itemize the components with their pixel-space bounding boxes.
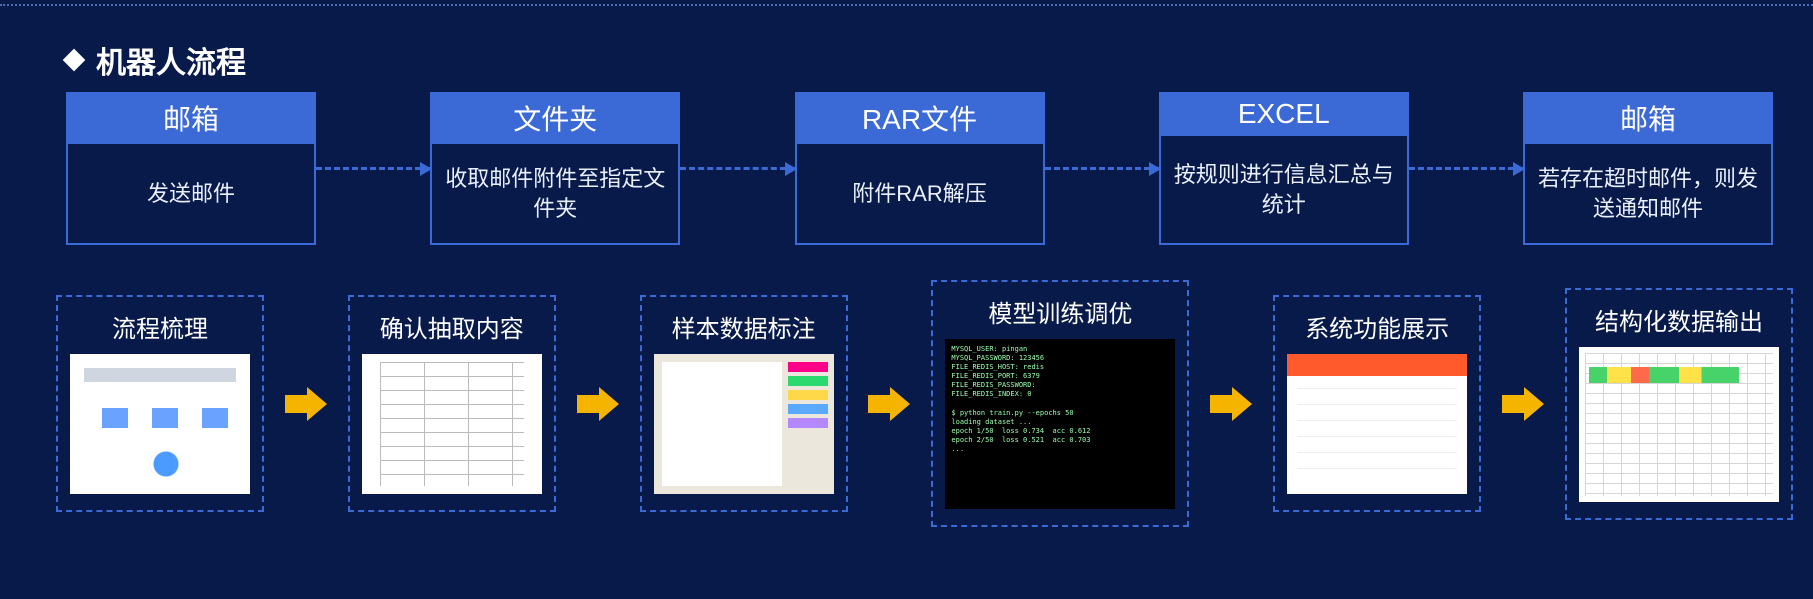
- card-sample-annotate: 样本数据标注: [640, 295, 848, 512]
- step-header: EXCEL: [1161, 94, 1407, 136]
- thumbnail-table: [362, 354, 542, 494]
- card-title: 结构化数据输出: [1595, 302, 1763, 337]
- thumbnail-terminal: MYSQL_USER: pingan MYSQL_PASSWORD: 12345…: [945, 339, 1175, 509]
- step-rar: RAR文件 附件RAR解压: [795, 92, 1045, 245]
- card-confirm-extract: 确认抽取内容: [348, 295, 556, 512]
- step-header: 文件夹: [432, 94, 678, 144]
- section-title-text: 机器人流程: [96, 38, 246, 82]
- pipeline-card-row: 流程梳理 确认抽取内容 样本数据标注 模型训练调优 MYSQL_USER: pi…: [56, 280, 1793, 527]
- flow-arrow: [316, 92, 430, 245]
- process-flow-row: 邮箱 发送邮件 文件夹 收取邮件附件至指定文件夹 RAR文件 附件RAR解压 E…: [66, 92, 1773, 245]
- flow-arrow: [680, 92, 794, 245]
- stage-arrow-icon: [1189, 387, 1273, 421]
- thumbnail-flowchart: [70, 354, 250, 494]
- step-folder: 文件夹 收取邮件附件至指定文件夹: [430, 92, 680, 245]
- card-process-review: 流程梳理: [56, 295, 264, 512]
- stage-arrow-icon: [848, 387, 932, 421]
- flow-arrow: [1045, 92, 1159, 245]
- card-output-data: 结构化数据输出: [1565, 288, 1793, 520]
- diamond-bullet-icon: [63, 49, 86, 72]
- step-body: 发送邮件: [68, 144, 314, 243]
- card-model-train: 模型训练调优 MYSQL_USER: pingan MYSQL_PASSWORD…: [931, 280, 1189, 527]
- step-mailbox-send: 邮箱 发送邮件: [66, 92, 316, 245]
- step-excel: EXCEL 按规则进行信息汇总与统计: [1159, 92, 1409, 245]
- stage-arrow-icon: [556, 387, 640, 421]
- card-title: 样本数据标注: [672, 309, 816, 344]
- step-header: RAR文件: [797, 94, 1043, 144]
- card-title: 模型训练调优: [988, 294, 1132, 329]
- card-system-demo: 系统功能展示: [1273, 295, 1481, 512]
- flow-arrow: [1409, 92, 1523, 245]
- thumbnail-webapp: [1287, 354, 1467, 494]
- thumbnail-spreadsheet: [1579, 347, 1779, 502]
- card-title: 系统功能展示: [1305, 309, 1449, 344]
- card-title: 确认抽取内容: [380, 309, 524, 344]
- step-header: 邮箱: [68, 94, 314, 144]
- step-header: 邮箱: [1525, 94, 1771, 144]
- step-body: 若存在超时邮件，则发送通知邮件: [1525, 144, 1771, 243]
- stage-arrow-icon: [264, 387, 348, 421]
- step-mailbox-notify: 邮箱 若存在超时邮件，则发送通知邮件: [1523, 92, 1773, 245]
- card-title: 流程梳理: [112, 309, 208, 344]
- top-divider: [0, 4, 1813, 6]
- step-body: 附件RAR解压: [797, 144, 1043, 243]
- stage-arrow-icon: [1481, 387, 1565, 421]
- step-body: 收取邮件附件至指定文件夹: [432, 144, 678, 243]
- step-body: 按规则进行信息汇总与统计: [1161, 136, 1407, 243]
- thumbnail-document: [654, 354, 834, 494]
- section-title: 机器人流程: [66, 38, 246, 82]
